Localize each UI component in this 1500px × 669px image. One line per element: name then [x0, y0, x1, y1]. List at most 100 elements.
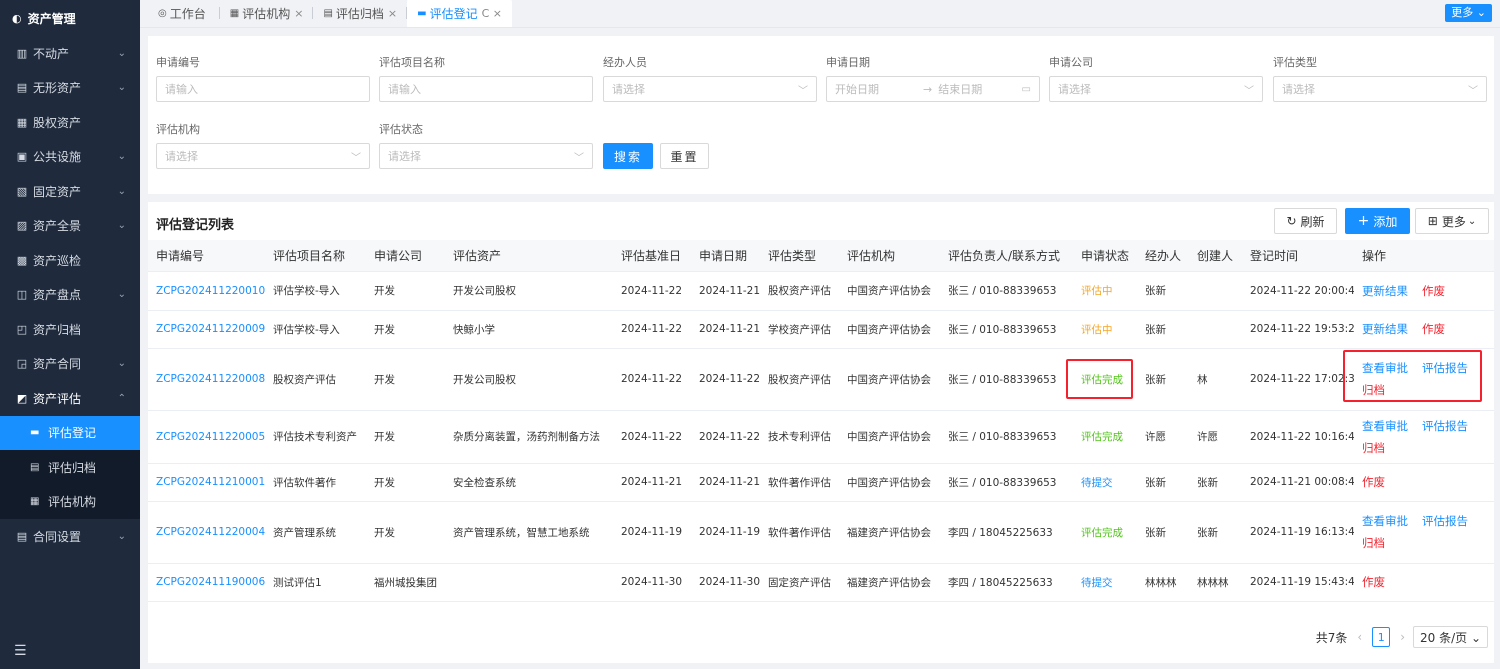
op-link[interactable]: 评估报告	[1422, 514, 1468, 528]
start-date-input[interactable]: 开始日期	[835, 81, 879, 97]
sidebar-item[interactable]: ◫ 资产盘点 ⌄	[0, 278, 140, 313]
op-link[interactable]: 更新结果	[1362, 322, 1408, 336]
org-filter: 评估机构 请选择 ﹀	[156, 121, 370, 169]
equity-icon: ▦	[16, 115, 28, 129]
tab[interactable]: ◎ 工作台	[148, 0, 220, 27]
list-panel: 评估登记列表 ↻ 刷新 + 添加 ⊞ 更多 ⌄ 申请编号 评估项目名称 申请公司 评估资产 评估…	[148, 202, 1494, 663]
cell-no[interactable]: ZCPG202411220008	[148, 348, 265, 411]
more-actions-button[interactable]: ⊞ 更多 ⌄	[1415, 208, 1489, 234]
sidebar-subitem[interactable]: ▤ 评估归档	[0, 450, 140, 485]
sidebar-subitem[interactable]: ▦ 评估机构	[0, 485, 140, 520]
op-link[interactable]: 评估报告	[1422, 361, 1468, 375]
org-select[interactable]: 请选择 ﹀	[156, 143, 370, 169]
cell-base: 2024-11-22	[613, 348, 691, 411]
cell-handler: 许愿	[1137, 410, 1189, 464]
column-header: 创建人	[1189, 240, 1242, 272]
cell-ops: 作废	[1354, 463, 1494, 502]
cell-type: 技术专利评估	[760, 410, 839, 464]
sidebar-item[interactable]: ▤ 无形资产 ⌄	[0, 71, 140, 106]
tab[interactable]: ▦ 评估机构 ×	[220, 0, 314, 27]
search-button[interactable]: 搜索	[603, 143, 653, 169]
org-placeholder: 请选择	[165, 150, 198, 163]
apply-date-range[interactable]: 开始日期 → 结束日期 ▭	[826, 76, 1040, 102]
prev-page-icon[interactable]: ‹	[1357, 630, 1362, 644]
cell-handler: 张新	[1137, 463, 1189, 502]
table-row: ZCPG202411220005 评估技术专利资产 开发 杂质分离装置，汤药剂制备方法…	[148, 410, 1494, 464]
apply-no-input[interactable]: 请输入	[156, 76, 370, 102]
sidebar-item[interactable]: ◰ 资产归档	[0, 312, 140, 347]
cell-no[interactable]: ZCPG202411220010	[148, 271, 265, 311]
column-header: 经办人	[1137, 240, 1189, 272]
sidebar-subitem[interactable]: ▬ 评估登记	[0, 415, 140, 450]
op-link[interactable]: 查看审批	[1362, 514, 1408, 528]
column-header: 评估项目名称	[265, 240, 366, 272]
op-link[interactable]: 作废	[1422, 284, 1445, 298]
chevron-icon: ⌄	[117, 289, 126, 301]
type-select[interactable]: 请选择 ﹀	[1273, 76, 1487, 102]
page-size-select[interactable]: 20 条/页 ⌄	[1413, 626, 1488, 648]
sidebar-item[interactable]: ◲ 资产合同 ⌄	[0, 347, 140, 382]
cell-contact: 张三 / 010-88339653	[940, 410, 1073, 464]
op-link[interactable]: 归档	[1362, 441, 1385, 455]
cell-date: 2024-11-22	[691, 410, 760, 464]
cell-base: 2024-11-30	[613, 563, 691, 602]
sidebar-item[interactable]: ▣ 公共设施 ⌄	[0, 140, 140, 175]
tab-label: 评估机构	[242, 6, 291, 21]
add-button[interactable]: + 添加	[1345, 208, 1410, 234]
settings-icon: ▤	[16, 529, 28, 543]
op-link[interactable]: 查看审批	[1362, 419, 1408, 433]
chevron-icon: ⌄	[117, 151, 126, 163]
cell-contact: 张三 / 010-88339653	[940, 271, 1073, 311]
cell-status: 待提交	[1073, 563, 1137, 602]
sidebar-subitem-label: 评估登记	[48, 426, 97, 441]
sidebar-item[interactable]: ▦ 股权资产	[0, 105, 140, 140]
sidebar-item[interactable]: ▩ 资产巡检	[0, 243, 140, 278]
op-link[interactable]: 作废	[1362, 475, 1385, 489]
sidebar-item-contract-settings[interactable]: ▤ 合同设置 ⌄	[0, 519, 140, 554]
sidebar-item[interactable]: ▥ 不动产 ⌄	[0, 36, 140, 71]
cell-asset: 资产管理系统，智慧工地系统	[445, 501, 613, 564]
close-icon[interactable]: ×	[294, 7, 303, 20]
close-icon[interactable]: ×	[388, 7, 397, 20]
cell-no[interactable]: ZCPG202411220004	[148, 501, 265, 564]
type-filter: 评估类型 请选择 ﹀	[1273, 54, 1487, 102]
building-icon: ▥	[16, 46, 28, 60]
op-link[interactable]: 归档	[1362, 383, 1385, 397]
sidebar-item[interactable]: ▧ 固定资产 ⌄	[0, 174, 140, 209]
reset-button[interactable]: 重置	[660, 143, 709, 169]
handler-select[interactable]: 请选择 ﹀	[603, 76, 817, 102]
op-link[interactable]: 更新结果	[1362, 284, 1408, 298]
tab-icon: ▬	[417, 7, 427, 19]
table-body: ZCPG202411220010 评估学校-导入 开发 开发公司股权 2024-11-2…	[148, 271, 1494, 602]
more-tabs-button[interactable]: 更多 ⌄	[1445, 4, 1492, 22]
sidebar-item-label: 固定资产	[33, 184, 82, 199]
company-select[interactable]: 请选择 ﹀	[1049, 76, 1263, 102]
op-link[interactable]: 查看审批	[1362, 361, 1408, 375]
fixed-icon: ▧	[16, 184, 28, 198]
project-name-input[interactable]: 请输入	[379, 76, 593, 102]
cell-no[interactable]: ZCPG202411220009	[148, 310, 265, 349]
sidebar-item[interactable]: ◩ 资产评估 ⌃	[0, 381, 140, 416]
close-icon[interactable]: C ×	[482, 7, 502, 20]
cell-no[interactable]: ZCPG202411210001	[148, 463, 265, 502]
end-date-input[interactable]: 结束日期	[938, 81, 982, 97]
status-select[interactable]: 请选择 ﹀	[379, 143, 593, 169]
op-link[interactable]: 评估报告	[1422, 419, 1468, 433]
op-link[interactable]: 作废	[1362, 575, 1385, 589]
pagination: 共7条 ‹ 1 › 20 条/页 ⌄	[1316, 626, 1488, 648]
cell-time: 2024-11-21 00:08:46	[1242, 463, 1354, 502]
refresh-button[interactable]: ↻ 刷新	[1274, 208, 1337, 234]
page-number[interactable]: 1	[1372, 627, 1391, 647]
sidebar-item[interactable]: ▨ 资产全景 ⌄	[0, 209, 140, 244]
archive-icon: ◰	[16, 322, 28, 336]
collapse-menu-icon[interactable]: ☰	[14, 643, 27, 659]
tab[interactable]: ▬ 评估登记 C ×	[407, 0, 512, 27]
next-page-icon[interactable]: ›	[1400, 630, 1405, 644]
list-title: 评估登记列表	[156, 218, 235, 233]
op-link[interactable]: 作废	[1422, 322, 1445, 336]
cell-no[interactable]: ZCPG202411220005	[148, 410, 265, 464]
status-filter: 评估状态 请选择 ﹀	[379, 121, 593, 169]
op-link[interactable]: 归档	[1362, 536, 1385, 550]
cell-no[interactable]: ZCPG202411190006	[148, 563, 265, 602]
tab[interactable]: ▤ 评估归档 ×	[313, 0, 408, 27]
